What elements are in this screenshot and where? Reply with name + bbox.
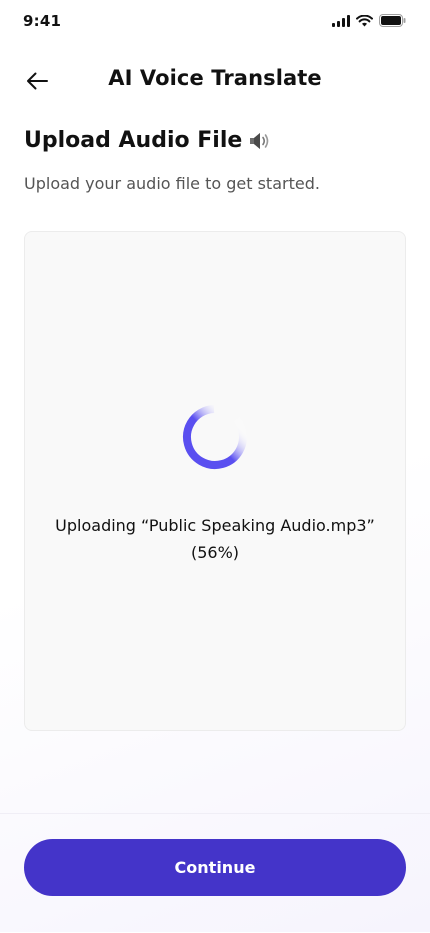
continue-button[interactable]: Continue [24, 839, 406, 896]
status-icons [332, 14, 406, 27]
loading-spinner-icon [183, 405, 247, 470]
speaker-icon [250, 132, 269, 149]
cellular-signal-icon [332, 14, 350, 27]
upload-status: Uploading “Public Speaking Audio.mp3” (5… [25, 512, 405, 566]
upload-area[interactable]: Uploading “Public Speaking Audio.mp3” (5… [24, 231, 406, 731]
section-title-text: Upload Audio File [24, 128, 243, 153]
app-header: AI Voice Translate [0, 56, 430, 104]
upload-status-percent: (56%) [190, 543, 240, 562]
bottom-action-bar: Continue [0, 813, 430, 933]
battery-icon [379, 14, 406, 27]
wifi-icon [356, 14, 373, 26]
status-time: 9:41 [23, 12, 62, 30]
status-bar: 9:41 [0, 0, 430, 44]
upload-status-filename: Uploading “Public Speaking Audio.mp3” [55, 516, 375, 535]
section-subtitle: Upload your audio file to get started. [24, 174, 320, 193]
section-heading: Upload Audio File [24, 128, 272, 153]
page-title: AI Voice Translate [108, 66, 322, 90]
